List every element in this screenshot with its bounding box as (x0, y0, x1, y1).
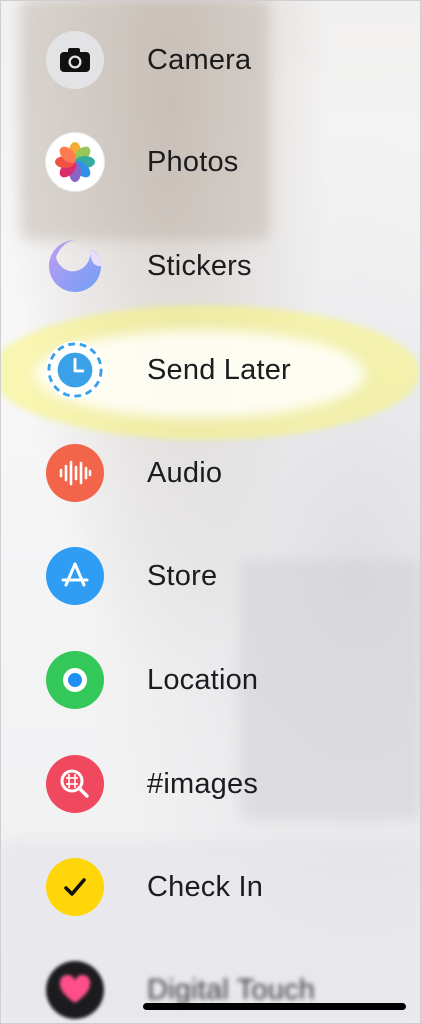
images-search-icon (46, 755, 104, 813)
stickers-icon (46, 237, 104, 295)
menu-item-label: Digital Touch (147, 973, 316, 1006)
menu-item-location[interactable]: Location (0, 640, 421, 720)
menu-item-label: Location (147, 663, 259, 696)
menu-item-audio[interactable]: Audio (0, 433, 421, 513)
home-indicator[interactable] (143, 1003, 406, 1010)
menu-item-label: Store (147, 559, 218, 592)
photos-icon (46, 133, 104, 191)
menu-item-check-in[interactable]: Check In (0, 847, 421, 927)
menu-item-label: Send Later (147, 353, 291, 386)
audio-waveform-icon (46, 444, 104, 502)
menu-item-store[interactable]: Store (0, 536, 421, 616)
menu-item-images[interactable]: #images (0, 744, 421, 824)
messages-apps-menu-screen: Camera Photos Stickers Send Later Audio … (0, 0, 421, 1024)
menu-item-label: Check In (147, 870, 264, 903)
clock-icon (46, 341, 104, 399)
checkmark-icon (46, 858, 104, 916)
digital-touch-icon (46, 961, 104, 1019)
menu-item-digital-touch[interactable]: Digital Touch (0, 950, 421, 1024)
menu-item-label: Photos (147, 145, 239, 178)
menu-item-label: #images (147, 767, 259, 800)
menu-item-photos[interactable]: Photos (0, 122, 421, 202)
menu-item-label: Audio (147, 456, 223, 489)
menu-item-label: Camera (147, 43, 252, 76)
location-icon (46, 651, 104, 709)
camera-icon (46, 31, 104, 89)
menu-item-label: Stickers (147, 249, 252, 282)
menu-item-stickers[interactable]: Stickers (0, 226, 421, 306)
app-store-icon (46, 547, 104, 605)
menu-item-camera[interactable]: Camera (0, 20, 421, 100)
menu-item-send-later[interactable]: Send Later (0, 330, 421, 410)
